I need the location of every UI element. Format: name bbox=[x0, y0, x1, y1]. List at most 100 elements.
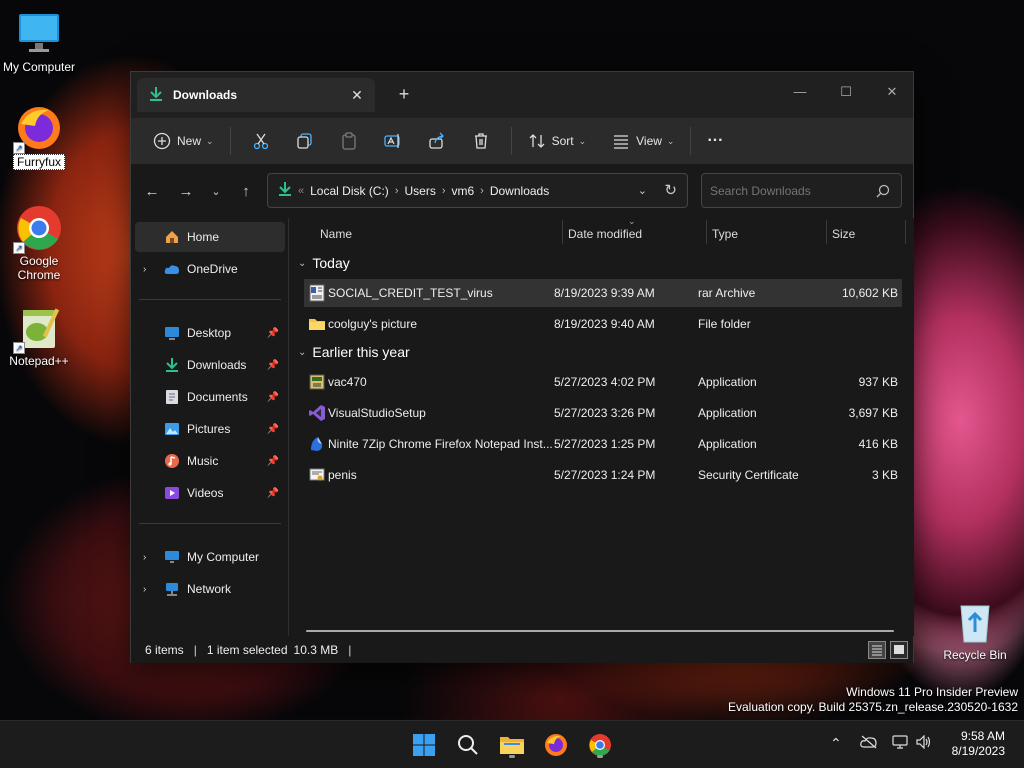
pin-icon[interactable]: 📌 bbox=[267, 488, 279, 499]
sidebar-item-my-computer[interactable]: › My Computer bbox=[135, 542, 285, 572]
address-bar[interactable]: « Local Disk (C:) › Users › vm6 › Downlo… bbox=[267, 173, 688, 208]
file-row[interactable]: VisualStudioSetup 5/27/2023 3:26 PM Appl… bbox=[304, 399, 902, 427]
breadcrumb-separator[interactable]: › bbox=[395, 185, 399, 197]
windows-start-icon[interactable] bbox=[408, 729, 440, 761]
chrome-icon[interactable] bbox=[584, 729, 616, 761]
file-explorer-icon[interactable] bbox=[496, 729, 528, 761]
horizontal-scrollbar[interactable] bbox=[306, 630, 894, 632]
column-divider[interactable] bbox=[562, 220, 563, 244]
breadcrumb-separator[interactable]: › bbox=[480, 185, 484, 197]
details-view-button[interactable] bbox=[868, 641, 886, 659]
pin-icon[interactable]: 📌 bbox=[267, 328, 279, 339]
file-type: File folder bbox=[698, 317, 751, 331]
search-input[interactable] bbox=[701, 173, 902, 208]
chevron-right-icon[interactable]: › bbox=[143, 552, 146, 563]
taskbar-clock[interactable]: 9:58 AM 8/19/2023 bbox=[952, 729, 1005, 759]
volume-icon[interactable] bbox=[916, 734, 932, 752]
refresh-icon[interactable]: ↻ bbox=[664, 181, 677, 199]
overflow-crumb[interactable]: « bbox=[298, 185, 304, 197]
maximize-button[interactable]: ☐ bbox=[823, 78, 869, 106]
sidebar-item-documents[interactable]: Documents 📌 bbox=[135, 382, 285, 412]
up-button[interactable]: ↑ bbox=[235, 181, 257, 203]
forward-button[interactable]: → bbox=[175, 181, 197, 203]
clock-date: 8/19/2023 bbox=[951, 744, 1005, 758]
folder-icon bbox=[308, 315, 326, 333]
recent-locations-button[interactable]: ⌄ bbox=[205, 181, 227, 203]
breadcrumb-vm6[interactable]: vm6 bbox=[452, 184, 475, 198]
copy-button[interactable] bbox=[283, 125, 327, 157]
column-size[interactable]: Size bbox=[832, 227, 855, 241]
column-divider[interactable] bbox=[905, 220, 906, 244]
sidebar-item-onedrive[interactable]: › OneDrive bbox=[135, 254, 285, 284]
pin-icon[interactable]: 📌 bbox=[267, 456, 279, 467]
file-size: 3,697 KB bbox=[848, 406, 898, 420]
sidebar-item-desktop[interactable]: Desktop 📌 bbox=[135, 318, 285, 348]
pin-icon[interactable]: 📌 bbox=[267, 392, 279, 403]
picture-icon bbox=[163, 420, 181, 438]
column-divider[interactable] bbox=[826, 220, 827, 244]
rename-button[interactable] bbox=[371, 125, 415, 157]
close-button[interactable]: ✕ bbox=[869, 78, 915, 106]
network-icon[interactable] bbox=[892, 735, 910, 752]
tab-downloads[interactable]: Downloads ✕ bbox=[137, 78, 375, 112]
address-dropdown-icon[interactable]: ⌄ bbox=[638, 184, 647, 197]
plus-circle-icon bbox=[153, 132, 171, 150]
back-button[interactable]: ← bbox=[141, 181, 163, 203]
sidebar-item-home[interactable]: Home bbox=[135, 222, 285, 252]
onedrive-offline-icon[interactable] bbox=[860, 735, 878, 752]
file-row[interactable]: penis 5/27/2023 1:24 PM Security Certifi… bbox=[304, 461, 902, 489]
file-name: SOCIAL_CREDIT_TEST_virus bbox=[328, 286, 493, 300]
column-divider[interactable] bbox=[706, 220, 707, 244]
view-button[interactable]: View ⌄ bbox=[604, 125, 682, 157]
sidebar-item-pictures[interactable]: Pictures 📌 bbox=[135, 414, 285, 444]
selection-count: 1 item selected bbox=[206, 642, 288, 657]
new-tab-button[interactable]: + bbox=[393, 84, 415, 106]
download-icon bbox=[278, 181, 292, 200]
column-name[interactable]: Name bbox=[320, 227, 352, 241]
group-header-earlier-this-year[interactable]: ⌄ Earlier this year bbox=[298, 344, 410, 360]
new-button[interactable]: New ⌄ bbox=[145, 125, 222, 157]
close-tab-icon[interactable]: ✕ bbox=[349, 87, 365, 103]
group-header-today[interactable]: ⌄ Today bbox=[298, 255, 350, 271]
show-hidden-icons-chevron-icon[interactable]: ⌃ bbox=[830, 735, 842, 752]
pin-icon[interactable]: 📌 bbox=[267, 424, 279, 435]
file-row[interactable]: coolguy's picture 8/19/2023 9:40 AM File… bbox=[304, 310, 902, 338]
pin-icon[interactable]: 📌 bbox=[267, 360, 279, 371]
file-row[interactable]: Ninite 7Zip Chrome Firefox Notepad Inst.… bbox=[304, 430, 902, 458]
chevron-right-icon[interactable]: › bbox=[143, 264, 146, 275]
sidebar-item-videos[interactable]: Videos 📌 bbox=[135, 478, 285, 508]
share-button[interactable] bbox=[415, 125, 459, 157]
breadcrumb-users[interactable]: Users bbox=[404, 184, 435, 198]
firefox-icon[interactable] bbox=[540, 729, 572, 761]
breadcrumb-separator[interactable]: › bbox=[442, 185, 446, 197]
desktop-icon-recycle-bin[interactable]: Recycle Bin bbox=[936, 598, 1014, 662]
desktop-icon-label: Furryfux bbox=[12, 154, 65, 170]
sidebar-item-music[interactable]: Music 📌 bbox=[135, 446, 285, 476]
desktop-icon-google-chrome[interactable]: ↗ Google Chrome bbox=[0, 204, 78, 282]
file-row[interactable]: vac470 5/27/2023 4:02 PM Application 937… bbox=[304, 368, 902, 396]
search-icon[interactable] bbox=[452, 729, 484, 761]
minimize-button[interactable]: — bbox=[777, 78, 823, 106]
file-row[interactable]: SOCIAL_CREDIT_TEST_virus 8/19/2023 9:39 … bbox=[304, 279, 902, 307]
column-date-modified[interactable]: Date modified bbox=[568, 227, 642, 241]
delete-button[interactable] bbox=[459, 125, 503, 157]
breadcrumb-local-disk[interactable]: Local Disk (C:) bbox=[310, 184, 389, 198]
column-type[interactable]: Type bbox=[712, 227, 738, 241]
file-name: penis bbox=[328, 468, 357, 482]
chevron-right-icon[interactable]: › bbox=[143, 584, 146, 595]
large-icons-view-button[interactable] bbox=[890, 641, 908, 659]
file-name: VisualStudioSetup bbox=[328, 406, 426, 420]
more-options-button[interactable]: ··· bbox=[699, 125, 731, 157]
sidebar-item-downloads[interactable]: Downloads 📌 bbox=[135, 350, 285, 380]
sidebar-item-network[interactable]: › Network bbox=[135, 574, 285, 604]
desktop-icon-notepad-plus-plus[interactable]: ↗ Notepad++ bbox=[0, 304, 78, 368]
sort-button[interactable]: Sort ⌄ bbox=[520, 125, 595, 157]
desktop-icon-furryfux[interactable]: ↗ Furryfux bbox=[0, 104, 78, 170]
desktop-icon-my-computer[interactable]: My Computer bbox=[0, 10, 78, 74]
breadcrumb-downloads[interactable]: Downloads bbox=[490, 184, 549, 198]
search-icon[interactable] bbox=[876, 184, 890, 201]
cut-button[interactable] bbox=[239, 125, 283, 157]
item-count: 6 items bbox=[145, 642, 184, 657]
running-indicator bbox=[597, 755, 603, 758]
paste-button[interactable] bbox=[327, 125, 371, 157]
